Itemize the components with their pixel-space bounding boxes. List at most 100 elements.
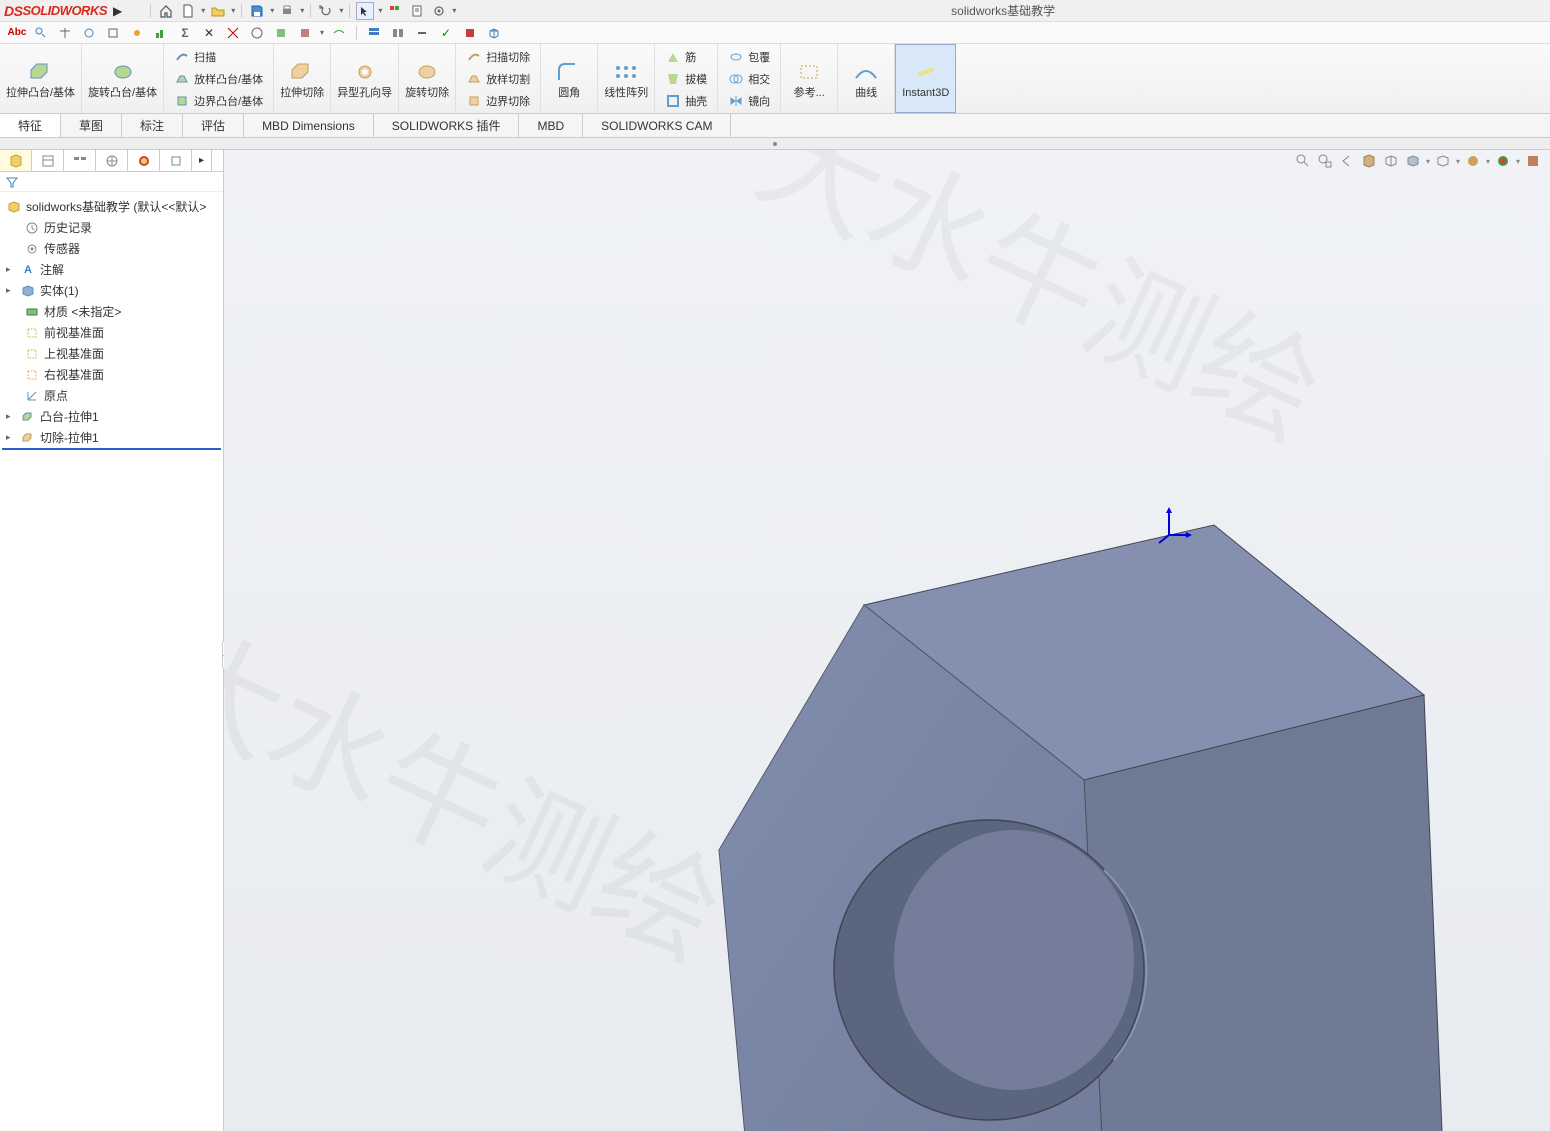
- cube-icon[interactable]: [485, 24, 503, 42]
- tree-annotations[interactable]: ▸A注解: [2, 259, 221, 280]
- dropdown-icon[interactable]: ▾: [339, 6, 343, 15]
- curves-button[interactable]: 曲线: [844, 59, 888, 99]
- expand-icon[interactable]: ▸: [6, 432, 16, 443]
- tree-material[interactable]: 材质 <未指定>: [2, 301, 221, 322]
- rebuild-icon[interactable]: [386, 2, 404, 20]
- spell-check-icon[interactable]: Abc: [8, 24, 26, 42]
- tree-filter[interactable]: [0, 172, 223, 192]
- undo-icon[interactable]: [317, 2, 335, 20]
- expand-icon[interactable]: ▸: [6, 285, 16, 296]
- expand-tab[interactable]: ▸: [192, 150, 212, 171]
- tree-top-plane[interactable]: 上视基准面: [2, 343, 221, 364]
- tab-mbd-dim[interactable]: MBD Dimensions: [244, 114, 374, 137]
- check-icon[interactable]: ✓: [437, 24, 455, 42]
- boundary-cut-button[interactable]: 边界切除: [462, 91, 534, 111]
- dropdown-icon[interactable]: ▾: [270, 6, 274, 15]
- dropdown-icon[interactable]: ▾: [320, 28, 324, 37]
- linear-pattern-button[interactable]: 线性阵列: [604, 59, 648, 99]
- document-props-icon[interactable]: [408, 2, 426, 20]
- extrude-boss-button[interactable]: 拉伸凸台/基体: [6, 59, 75, 99]
- wrench-icon[interactable]: ✕: [200, 24, 218, 42]
- intersect-button[interactable]: 相交: [724, 69, 774, 89]
- view-orientation-icon[interactable]: [1382, 152, 1400, 170]
- ref-geom-button[interactable]: 参考...: [787, 59, 831, 99]
- display-style-icon[interactable]: [1404, 152, 1422, 170]
- config-manager-tab[interactable]: [64, 150, 96, 171]
- mirror-button[interactable]: 镜向: [724, 91, 774, 111]
- tree-history[interactable]: 历史记录: [2, 217, 221, 238]
- instant3d-button[interactable]: Instant3D: [902, 59, 949, 99]
- revolve-cut-button[interactable]: 旋转切除: [405, 59, 449, 99]
- draft-button[interactable]: 拔模: [661, 69, 711, 89]
- tab-annotate[interactable]: 标注: [122, 114, 183, 137]
- balance-icon[interactable]: [56, 24, 74, 42]
- expand-icon[interactable]: ▸: [6, 264, 16, 275]
- section-props-icon[interactable]: [104, 24, 122, 42]
- zoom-area-icon[interactable]: [1316, 152, 1334, 170]
- open-file-icon[interactable]: [209, 2, 227, 20]
- sensor-icon[interactable]: [128, 24, 146, 42]
- tab-features[interactable]: 特征: [0, 114, 61, 137]
- edit-appearance-icon[interactable]: [1464, 152, 1482, 170]
- apply-scene-icon[interactable]: [1494, 152, 1512, 170]
- section-view-icon[interactable]: [1360, 152, 1378, 170]
- tree-cut-extrude1[interactable]: ▸切除-拉伸1: [2, 427, 221, 450]
- print-icon[interactable]: [278, 2, 296, 20]
- tab-sketch[interactable]: 草图: [61, 114, 122, 137]
- expand-icon[interactable]: ▸: [6, 411, 16, 422]
- view-settings-icon[interactable]: [1524, 152, 1542, 170]
- tree-solid-bodies[interactable]: ▸实体(1): [2, 280, 221, 301]
- undercut-icon[interactable]: [296, 24, 314, 42]
- tab-cam[interactable]: SOLIDWORKS CAM: [583, 114, 731, 137]
- dropdown-icon[interactable]: ▾: [1456, 157, 1460, 166]
- wrap-button[interactable]: 包覆: [724, 47, 774, 67]
- zoom-fit-icon[interactable]: [1294, 152, 1312, 170]
- rib-button[interactable]: 筋: [661, 47, 711, 67]
- tab-mbd[interactable]: MBD: [519, 114, 583, 137]
- lofted-cut-button[interactable]: 放样切割: [462, 69, 534, 89]
- shell-button[interactable]: 抽壳: [661, 91, 711, 111]
- feature-tree-tab[interactable]: [0, 150, 32, 171]
- dropdown-icon[interactable]: ▾: [378, 6, 382, 15]
- dropdown-icon[interactable]: ▾: [1426, 157, 1430, 166]
- zebra-icon[interactable]: [248, 24, 266, 42]
- extrude-cut-button[interactable]: 拉伸切除: [280, 59, 324, 99]
- revolve-boss-button[interactable]: 旋转凸台/基体: [88, 59, 157, 99]
- swept-cut-button[interactable]: 扫描切除: [462, 47, 534, 67]
- dropdown-icon[interactable]: ▾: [1516, 157, 1520, 166]
- new-file-icon[interactable]: [179, 2, 197, 20]
- sketch-check-icon[interactable]: [224, 24, 242, 42]
- tree-root[interactable]: solidworks基础教学 (默认<<默认>: [2, 196, 221, 217]
- dropdown-icon[interactable]: ▾: [201, 6, 205, 15]
- tree-boss-extrude1[interactable]: ▸凸台-拉伸1: [2, 406, 221, 427]
- menu-expand-icon[interactable]: ▶: [111, 2, 124, 20]
- compare-icon[interactable]: [389, 24, 407, 42]
- parting-line-icon[interactable]: [330, 24, 348, 42]
- dropdown-icon[interactable]: ▾: [231, 6, 235, 15]
- tree-origin[interactable]: 原点: [2, 385, 221, 406]
- property-manager-tab[interactable]: [32, 150, 64, 171]
- magnify-icon[interactable]: [32, 24, 50, 42]
- dropdown-icon[interactable]: ▾: [1486, 157, 1490, 166]
- config-icon[interactable]: [365, 24, 383, 42]
- options-icon[interactable]: [430, 2, 448, 20]
- hole-wizard-button[interactable]: 异型孔向导: [337, 59, 392, 99]
- draft-analysis-icon[interactable]: [272, 24, 290, 42]
- home-icon[interactable]: [157, 2, 175, 20]
- cam-tree-tab[interactable]: [160, 150, 192, 171]
- tab-addins[interactable]: SOLIDWORKS 插件: [374, 114, 520, 137]
- previous-view-icon[interactable]: [1338, 152, 1356, 170]
- swept-boss-button[interactable]: 扫描: [170, 47, 267, 67]
- display-manager-tab[interactable]: [128, 150, 160, 171]
- hide-show-icon[interactable]: [1434, 152, 1452, 170]
- thickness-icon[interactable]: [413, 24, 431, 42]
- lofted-boss-button[interactable]: 放样凸台/基体: [170, 69, 267, 89]
- mass-props-icon[interactable]: [80, 24, 98, 42]
- panel-toggle-bar[interactable]: [0, 138, 1550, 150]
- fillet-button[interactable]: 圆角: [547, 59, 591, 99]
- tree-sensors[interactable]: 传感器: [2, 238, 221, 259]
- statistics-icon[interactable]: [152, 24, 170, 42]
- boundary-boss-button[interactable]: 边界凸台/基体: [170, 91, 267, 111]
- tab-evaluate[interactable]: 评估: [183, 114, 244, 137]
- dropdown-icon[interactable]: ▾: [300, 6, 304, 15]
